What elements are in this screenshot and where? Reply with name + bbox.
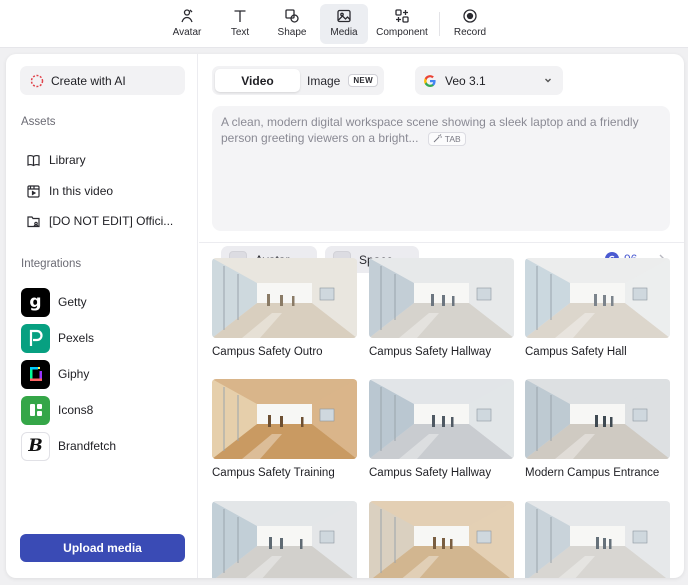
model-select-value: Veo 3.1 — [445, 73, 486, 88]
media-card[interactable]: Campus Safety Hallway — [369, 379, 514, 479]
integration-label: Giphy — [58, 367, 90, 381]
tool-text-label: Text — [230, 27, 250, 38]
sidebar-item-official-folder[interactable]: [DO NOT EDIT] Offici... — [26, 209, 186, 233]
integration-icons8[interactable]: Icons8 — [21, 395, 191, 425]
media-caption: Campus Safety Hallway — [369, 346, 492, 358]
media-card[interactable] — [525, 501, 670, 578]
sidebar-item-in-this-video[interactable]: In this video — [26, 179, 186, 203]
tool-record-label: Record — [453, 27, 487, 38]
create-with-ai-button[interactable]: Create with AI — [20, 66, 185, 95]
media-thumbnail — [212, 258, 357, 338]
media-type-toggle: Video Image NEW — [212, 66, 384, 95]
sidebar-item-label: [DO NOT EDIT] Offici... — [49, 214, 174, 228]
pexels-logo — [21, 323, 50, 353]
google-icon — [424, 74, 436, 87]
media-caption: Campus Safety Hall — [525, 346, 627, 358]
media-thumbnail — [525, 501, 670, 578]
tab-hint: TAB — [427, 131, 466, 146]
sidebar-item-label: Library — [49, 153, 86, 167]
tab-image[interactable]: Image NEW — [307, 69, 382, 92]
tool-avatar[interactable]: Avatar — [166, 4, 208, 44]
sidebar-item-library[interactable]: Library — [26, 148, 186, 172]
integration-label: Getty — [58, 295, 87, 309]
record-icon — [463, 9, 477, 23]
shared-folder-icon — [27, 215, 40, 227]
top-toolbar: Avatar Text Shape Media Component Record — [0, 0, 688, 48]
media-card[interactable] — [212, 501, 357, 578]
media-thumbnail — [212, 501, 357, 578]
avatar-icon — [181, 9, 193, 23]
integration-brandfetch[interactable]: B Brandfetch — [21, 431, 191, 461]
tool-media-label: Media — [330, 27, 358, 38]
media-card[interactable]: Modern Campus Entrance — [525, 379, 670, 479]
assets-title: Assets — [21, 116, 56, 128]
media-thumbnail — [369, 258, 514, 338]
media-thumbnail — [525, 258, 670, 338]
integration-label: Pexels — [58, 331, 95, 345]
section-divider — [199, 242, 684, 243]
media-thumbnail — [369, 501, 514, 578]
book-icon — [27, 154, 40, 166]
integration-label: Brandfetch — [58, 439, 117, 453]
integrations-title: Integrations — [21, 258, 82, 270]
ai-spinner-icon — [30, 74, 44, 87]
media-card[interactable]: Campus Safety Training — [212, 379, 357, 479]
media-thumbnail — [369, 379, 514, 459]
tool-component-label: Component — [376, 27, 428, 38]
brandfetch-logo: B — [21, 431, 50, 461]
model-select[interactable]: Veo 3.1 — [415, 66, 563, 95]
tool-text[interactable]: Text — [222, 4, 258, 44]
media-caption: Campus Safety Hallway — [369, 467, 492, 479]
prompt-box: A clean, modern digital workspace scene … — [212, 106, 670, 273]
component-icon — [395, 9, 409, 23]
upload-media-button[interactable]: Upload media — [20, 534, 185, 562]
media-card[interactable]: Campus Safety Outro — [212, 258, 357, 358]
tab-video[interactable]: Video — [215, 69, 300, 92]
media-caption: Campus Safety Outro — [212, 346, 323, 358]
chevron-down-icon — [545, 78, 551, 83]
shape-icon — [285, 9, 299, 23]
prompt-input[interactable]: A clean, modern digital workspace scene … — [221, 114, 661, 146]
media-card[interactable]: Campus Safety Hall — [525, 258, 670, 358]
media-caption: Campus Safety Training — [212, 467, 335, 479]
video-file-icon — [27, 184, 40, 198]
tool-record[interactable]: Record — [451, 4, 489, 44]
integration-label: Icons8 — [58, 403, 94, 417]
giphy-logo — [21, 359, 50, 389]
media-card[interactable]: Campus Safety Hallway — [369, 258, 514, 358]
toolbar-divider — [439, 12, 440, 36]
tool-shape[interactable]: Shape — [272, 4, 312, 44]
media-thumbnail — [212, 379, 357, 459]
tool-media[interactable]: Media — [320, 4, 368, 44]
tool-shape-label: Shape — [277, 27, 307, 38]
tool-avatar-label: Avatar — [172, 27, 202, 38]
magic-wand-icon — [433, 134, 442, 143]
integration-giphy[interactable]: Giphy — [21, 359, 191, 389]
tab-hint-label: TAB — [444, 133, 461, 144]
media-sidebar: Create with AI Assets Library In this vi… — [6, 54, 198, 578]
new-badge: NEW — [348, 74, 378, 87]
media-thumbnail — [525, 379, 670, 459]
media-card[interactable] — [369, 501, 514, 578]
media-icon — [337, 9, 351, 23]
media-main: Video Image NEW Veo 3.1 A clean, modern … — [199, 54, 684, 578]
getty-logo: g — [21, 287, 50, 317]
text-icon — [234, 10, 246, 22]
integration-pexels[interactable]: Pexels — [21, 323, 191, 353]
create-with-ai-label: Create with AI — [51, 73, 126, 88]
icons8-logo — [21, 395, 50, 425]
media-panel: Create with AI Assets Library In this vi… — [6, 54, 684, 578]
media-caption: Modern Campus Entrance — [525, 467, 660, 479]
sidebar-item-label: In this video — [49, 184, 114, 198]
integration-getty[interactable]: g Getty — [21, 287, 191, 317]
tab-image-label: Image — [307, 73, 341, 88]
tool-component[interactable]: Component — [374, 4, 430, 44]
